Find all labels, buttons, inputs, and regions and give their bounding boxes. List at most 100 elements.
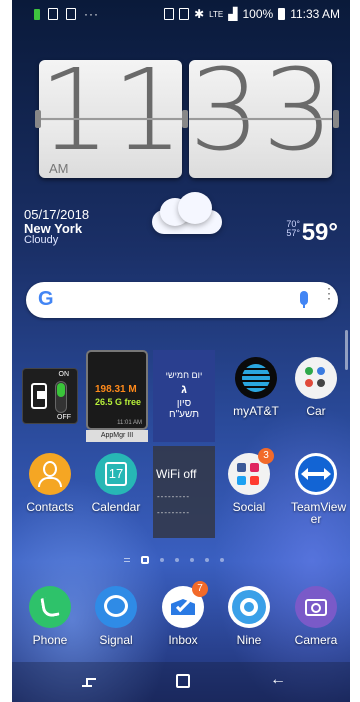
home-button-icon[interactable]: [176, 674, 190, 688]
appmgr-card: 198.31 M 26.5 G free 11:01 AM: [86, 350, 148, 430]
toggle-switch[interactable]: [55, 381, 67, 413]
page-dot: [190, 558, 194, 562]
hebcal-month: סיון: [176, 398, 192, 409]
appmgr-widget[interactable]: 198.31 M 26.5 G free 11:01 AM AppMgr III: [86, 350, 148, 442]
dock-phone[interactable]: Phone: [20, 586, 80, 646]
mic-stem: [303, 304, 305, 308]
appmgr-time: 11:01 AM: [117, 420, 142, 426]
more-notifications-dots: ···: [84, 7, 99, 21]
app-label: Social: [232, 500, 266, 514]
app-label: Phone: [32, 633, 68, 647]
app-label: Inbox: [168, 633, 198, 647]
hebrew-calendar-widget[interactable]: יום חמישי ג סיון תשע"ח: [153, 350, 215, 442]
mic-icon[interactable]: [300, 291, 308, 305]
notification-badge: 7: [192, 581, 208, 597]
dock-camera[interactable]: Camera: [286, 586, 346, 646]
page-indicator[interactable]: [124, 556, 224, 564]
hinge-right: [333, 110, 339, 128]
app-teamviewer[interactable]: TeamView er: [286, 453, 346, 525]
wifi-dashes-2: ---------: [157, 508, 190, 517]
camera-icon: [295, 586, 337, 628]
app-label: Signal: [99, 633, 133, 647]
app-label: Contacts: [26, 500, 74, 514]
home-screen: ··· ✱ LTE ▟ 100% 11:33 AM 11 AM 33 05/17…: [12, 0, 350, 702]
contacts-icon: [29, 453, 71, 495]
cloud-icon[interactable]: [134, 190, 234, 240]
toggle-on-label: ON: [58, 371, 70, 378]
recent-apps-icon[interactable]: [82, 676, 96, 688]
app-myatt[interactable]: myAT&T: [226, 357, 286, 417]
signal-app-icon: [95, 586, 137, 628]
hinge-middle: [182, 110, 188, 128]
clock-ampm: AM: [49, 161, 69, 176]
google-search-bar[interactable]: G ⋮: [26, 282, 338, 318]
hebcal-year: תשע"ח: [169, 409, 199, 420]
image-icon: [48, 8, 58, 20]
gallery-icon: [66, 8, 76, 20]
app-label: Nine: [236, 633, 262, 647]
google-logo: G: [38, 288, 54, 310]
battery-icon: [278, 8, 286, 20]
page-dot: [160, 558, 164, 562]
appmgr-storage: 26.5 G free: [95, 397, 142, 407]
page-dot: [205, 558, 209, 562]
dock-inbox[interactable]: 7 Inbox: [153, 581, 213, 647]
page-indicator-menu: [124, 558, 130, 562]
hebcal-day: יום חמישי: [165, 370, 203, 380]
more-icon[interactable]: ⋮: [322, 286, 336, 300]
att-icon: [235, 357, 277, 399]
social-folder-icon: 3: [228, 448, 274, 495]
cast-icon: [179, 8, 190, 20]
flip-divider: [189, 118, 332, 120]
page-dot: [220, 558, 224, 562]
app-calendar[interactable]: 17 Calendar: [86, 453, 146, 513]
battery-saver-icon: [34, 8, 40, 20]
navigation-bar: ←: [12, 662, 350, 702]
appmgr-memory: 198.31 M: [95, 384, 137, 395]
weather-high-low: 70° 57°: [286, 220, 300, 238]
toggle-widget[interactable]: ON OFF: [22, 368, 78, 424]
app-social-folder[interactable]: 3 Social: [219, 448, 279, 514]
status-bar: ··· ✱ LTE ▟ 100% 11:33 AM: [12, 0, 350, 28]
app-label: Car: [306, 404, 326, 418]
app-contacts[interactable]: Contacts: [20, 453, 80, 513]
toggle-off-label: OFF: [57, 414, 71, 421]
notification-badge: 3: [258, 448, 274, 464]
car-folder-icon: [295, 357, 337, 399]
phone-outline-icon: [31, 383, 47, 409]
page-indicator-home: [141, 556, 149, 564]
weather-date[interactable]: 05/17/2018: [24, 207, 89, 222]
appmgr-label: AppMgr III: [86, 430, 148, 442]
flip-divider: [39, 118, 182, 120]
weather-low: 57°: [286, 228, 300, 238]
clock-minutes-card: 33: [189, 60, 332, 178]
back-arrow-icon[interactable]: ←: [270, 672, 286, 688]
teamviewer-icon: [295, 453, 337, 495]
wifi-dashes-1: ---------: [157, 492, 190, 501]
signal-icon: ▟: [228, 7, 238, 21]
battery-percent: 100%: [242, 7, 274, 21]
bluetooth-icon: ✱: [194, 7, 205, 21]
app-label: TeamView er: [291, 500, 347, 526]
app-label: Calendar: [91, 500, 141, 514]
hebcal-date: ג: [181, 382, 187, 396]
wifi-status: WiFi off: [156, 467, 197, 481]
weather-temperature[interactable]: 59°: [302, 219, 338, 247]
nine-icon: [228, 586, 270, 628]
status-time: 11:33 AM: [290, 7, 340, 21]
dock-nine[interactable]: Nine: [219, 586, 279, 646]
flip-clock-widget[interactable]: 11 AM 33: [35, 60, 339, 178]
network-type: LTE: [209, 9, 224, 19]
app-label: myAT&T: [233, 404, 279, 418]
dock-signal[interactable]: Signal: [86, 586, 146, 646]
weather-condition: Cloudy: [24, 234, 59, 246]
hinge-left: [35, 110, 41, 128]
calendar-day: 17: [105, 462, 127, 486]
wifi-widget[interactable]: WiFi off --------- ---------: [153, 446, 215, 538]
calendar-icon: 17: [95, 453, 137, 495]
clock-hours-card: 11 AM: [39, 60, 182, 178]
inbox-icon: 7: [162, 581, 208, 628]
page-dot: [175, 558, 179, 562]
phone-icon: [29, 586, 71, 628]
app-car-folder[interactable]: Car: [286, 357, 346, 417]
